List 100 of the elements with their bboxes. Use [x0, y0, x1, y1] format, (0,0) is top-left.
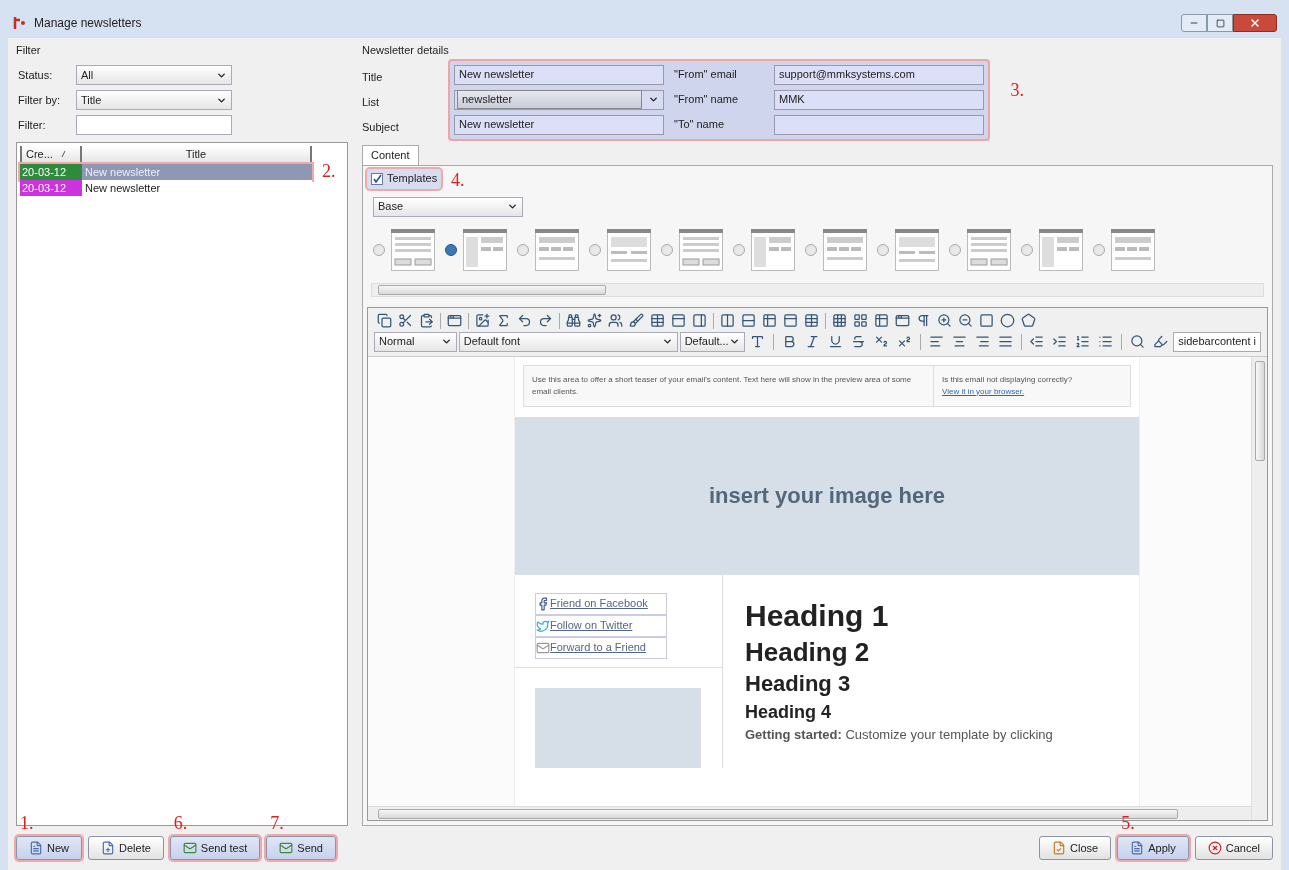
text-field[interactable]: MMK — [774, 89, 984, 110]
strikethrough-icon[interactable] — [850, 334, 866, 349]
scrollbar-thumb[interactable] — [378, 284, 606, 295]
radio-button[interactable] — [373, 243, 385, 256]
radio-button[interactable] — [733, 243, 745, 256]
bullet-list-icon[interactable] — [1098, 334, 1114, 349]
outdent-icon[interactable] — [1029, 334, 1045, 349]
font-size-icon[interactable] — [749, 334, 765, 349]
people-icon[interactable] — [608, 313, 623, 328]
horizontal-scrollbar[interactable] — [371, 282, 1264, 297]
radio-button[interactable] — [877, 243, 889, 256]
filter-input[interactable] — [76, 115, 232, 135]
annotation-number: 4. — [451, 170, 465, 189]
radio-button[interactable] — [805, 243, 817, 256]
maximize-button[interactable] — [1207, 14, 1233, 32]
ellipse-icon[interactable] — [1000, 313, 1015, 328]
filter-select[interactable]: Title — [76, 90, 232, 110]
annotation-number: 7. — [270, 814, 284, 832]
radio-button[interactable] — [949, 243, 961, 256]
field-label: Title — [362, 69, 384, 85]
dialog-button[interactable]: Send — [266, 836, 336, 860]
align-right-icon[interactable] — [974, 334, 990, 349]
close-button[interactable] — [1233, 14, 1277, 32]
class-field[interactable]: sidebarcontent i — [1173, 331, 1261, 352]
align-center-icon[interactable] — [951, 334, 967, 349]
list-row[interactable]: 20-03-12 New newsletter — [20, 163, 312, 180]
panel-icon[interactable] — [783, 313, 798, 328]
sigma-icon[interactable] — [496, 313, 511, 328]
heading-text: Heading 2 — [745, 635, 871, 669]
table-icon[interactable] — [874, 313, 889, 328]
tab[interactable]: Content — [362, 144, 419, 165]
checkbox[interactable] — [371, 172, 383, 185]
list-select[interactable]: newsletter — [454, 89, 664, 110]
radio-button[interactable] — [1021, 243, 1033, 256]
columns-icon[interactable] — [720, 313, 735, 328]
panel-icon[interactable] — [671, 313, 686, 328]
radio-button[interactable] — [517, 243, 529, 256]
rows-icon[interactable] — [741, 313, 756, 328]
image-icon[interactable] — [475, 313, 490, 328]
dialog-button[interactable]: Delete — [88, 836, 164, 860]
italic-icon[interactable] — [804, 334, 820, 349]
search-icon[interactable] — [1130, 334, 1146, 349]
preheader-text: Use this area to offer a short teaser of your email's content. Text here will show in the preview area of some email clients. — [524, 365, 934, 406]
font-select[interactable]: Default font — [458, 331, 678, 352]
indent-icon[interactable] — [1052, 334, 1068, 349]
grid-icon[interactable] — [853, 313, 868, 328]
templates-checkbox[interactable]: Templates — [367, 168, 442, 189]
filter-select[interactable]: All — [76, 65, 232, 85]
text-field[interactable]: New newsletter — [454, 114, 664, 135]
text-field[interactable]: support@mmksystems.com — [774, 64, 984, 85]
redo-icon[interactable] — [538, 313, 553, 328]
cut-icon[interactable] — [398, 313, 413, 328]
panel-icon[interactable] — [692, 313, 707, 328]
table-icon[interactable] — [804, 313, 819, 328]
zoom-out-icon[interactable] — [958, 313, 973, 328]
dialog-button[interactable]: Apply — [1117, 836, 1189, 860]
binoculars-icon[interactable] — [566, 313, 581, 328]
undo-icon[interactable] — [517, 313, 532, 328]
align-left-icon[interactable] — [928, 334, 944, 349]
rectangle-icon[interactable] — [979, 313, 994, 328]
size-select[interactable]: Default... — [679, 331, 745, 352]
radio-button[interactable] — [661, 243, 673, 256]
polygon-icon[interactable] — [1021, 313, 1036, 328]
dialog-button[interactable]: Close — [1039, 836, 1112, 860]
zoom-in-icon[interactable] — [937, 313, 952, 328]
radio-button[interactable] — [445, 243, 457, 256]
dialog-button[interactable]: Cancel — [1194, 836, 1273, 860]
text-field[interactable]: New newsletter — [454, 64, 664, 85]
radio-button[interactable] — [1093, 243, 1105, 256]
window-icon[interactable] — [447, 313, 462, 328]
field-label: "To" name — [674, 117, 725, 133]
scrollbar-thumb[interactable] — [1254, 360, 1265, 461]
sparkle-icon[interactable] — [587, 313, 602, 328]
superscript-icon[interactable] — [896, 334, 912, 349]
table-icon[interactable] — [650, 313, 665, 328]
text-field[interactable] — [774, 114, 984, 135]
underline-icon[interactable] — [827, 334, 843, 349]
table-cell-text: New newsletter — [84, 180, 161, 196]
dialog-button[interactable]: Send test — [169, 836, 261, 860]
vertical-scrollbar[interactable] — [1251, 356, 1267, 820]
justify-icon[interactable] — [997, 334, 1013, 349]
brush-icon[interactable] — [629, 313, 644, 328]
field-label: "From" name — [674, 92, 740, 108]
style-select[interactable]: Normal — [374, 331, 457, 352]
table-icon[interactable] — [762, 313, 777, 328]
copy-icon[interactable] — [377, 313, 392, 328]
numbered-list-icon[interactable] — [1075, 334, 1091, 349]
radio-button[interactable] — [589, 243, 601, 256]
browser-link[interactable]: View it in your browser. — [942, 385, 1073, 398]
table-cell-text: New newsletter — [84, 164, 161, 180]
dialog-button[interactable]: New — [16, 836, 82, 860]
highlighter-icon[interactable] — [1153, 334, 1169, 349]
window-icon[interactable] — [895, 313, 910, 328]
paste-icon[interactable] — [419, 313, 434, 328]
subscript-icon[interactable] — [873, 334, 889, 349]
heading-text: Heading 3 — [745, 669, 852, 698]
grid-icon[interactable] — [832, 313, 847, 328]
template-set-select[interactable]: Base — [373, 196, 523, 217]
pilcrow-icon[interactable] — [916, 313, 931, 328]
field-label: Filter by: — [17, 92, 62, 108]
